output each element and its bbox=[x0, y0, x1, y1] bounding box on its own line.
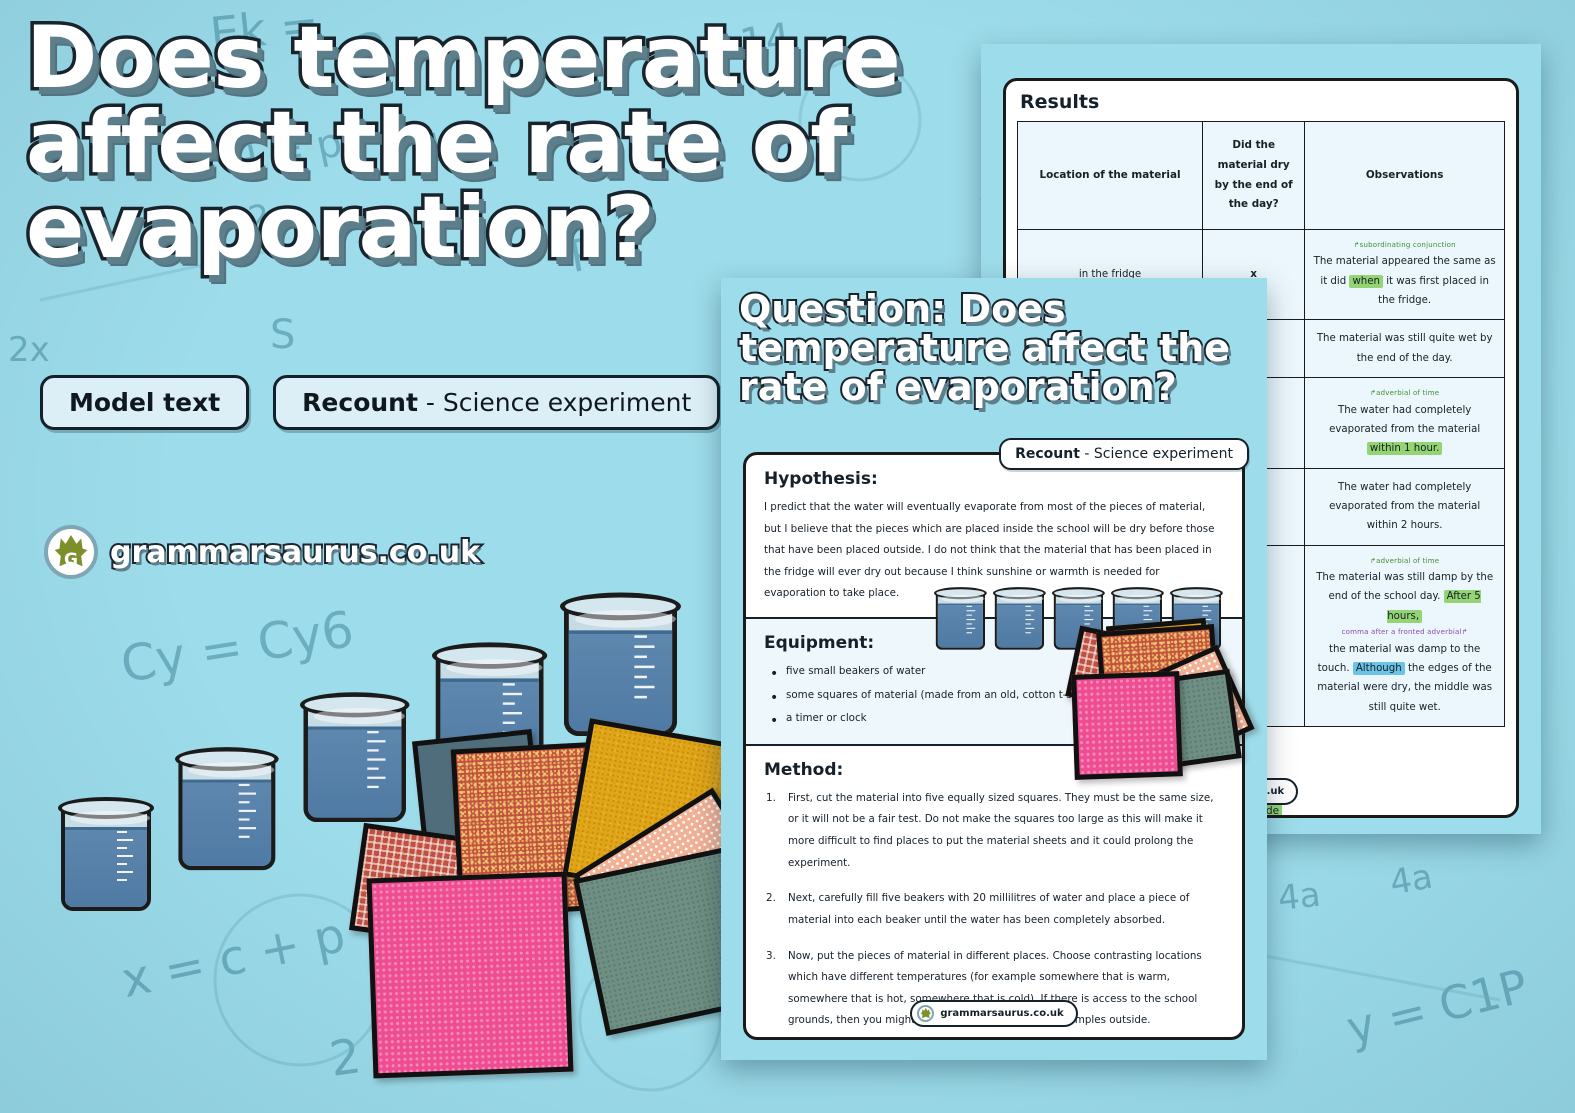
beaker-1 bbox=[58, 795, 154, 915]
method-block: Method: First, cut the material into fiv… bbox=[746, 746, 1242, 1037]
equipment-item: a timer or clock bbox=[764, 707, 1224, 736]
badge-recount-sub: - Science experiment bbox=[417, 388, 692, 417]
cell-observations: The water had completely evaporated from… bbox=[1304, 467, 1505, 546]
beaker-3 bbox=[300, 690, 410, 827]
col-header-location: Location of the material bbox=[1016, 120, 1204, 231]
brand-letter: G bbox=[64, 550, 78, 570]
title-line-1: Does temperature bbox=[23, 8, 905, 108]
front-beaker-5 bbox=[1170, 586, 1223, 652]
brand-text: grammarsaurus.co.uk bbox=[108, 533, 482, 572]
front-title-line-3: rate of evaporation? bbox=[737, 364, 1179, 409]
recount-tag-label: Recount bbox=[1015, 446, 1080, 462]
front-title-line-1: Question: Does bbox=[737, 287, 1068, 331]
method-step: First, cut the material into five equall… bbox=[764, 788, 1224, 874]
equipment-list: five small beakers of watersome squares … bbox=[764, 660, 1224, 736]
results-heading: Results bbox=[1020, 91, 1100, 113]
doodle-formula: 4a bbox=[1386, 856, 1436, 904]
table-header-row: Location of the material Did the materia… bbox=[1016, 120, 1505, 231]
front-beaker-2 bbox=[993, 586, 1046, 652]
front-sheet-footer: grammarsaurus.co.uk bbox=[746, 1000, 1242, 1027]
badge-model-text-label: Model text bbox=[69, 388, 221, 417]
badge-row: Model text Recount - Science experiment bbox=[40, 375, 721, 430]
highlight-phrase: when bbox=[1349, 274, 1383, 288]
doodle-formula: Cy = Cy6 bbox=[116, 600, 358, 694]
equipment-item: five small beakers of water bbox=[764, 660, 1224, 689]
model-text-page: Hypothesis: I predict that the water wil… bbox=[743, 452, 1245, 1040]
front-footer-brand-pill[interactable]: grammarsaurus.co.uk bbox=[910, 1000, 1078, 1027]
brand-logo[interactable]: G grammarsaurus.co.uk bbox=[44, 525, 482, 579]
title-line-3: evaporation? bbox=[23, 178, 659, 279]
doodle-formula: x = c + p bbox=[116, 907, 351, 1009]
front-beaker-4 bbox=[1111, 586, 1164, 652]
recount-tag-sub: - Science experiment bbox=[1079, 446, 1233, 462]
grammarsaurus-icon: G bbox=[44, 525, 98, 579]
cell-observations: ↱adverbial of time The material was still… bbox=[1304, 544, 1505, 728]
front-title-line-2: temperature affect the bbox=[737, 325, 1232, 370]
front-footer-brand-text: grammarsaurus.co.uk bbox=[940, 1008, 1064, 1019]
method-heading: Method: bbox=[764, 759, 844, 780]
doodle-formula: 2 bbox=[326, 1028, 365, 1088]
beaker-2 bbox=[175, 745, 279, 875]
front-beaker-3 bbox=[1052, 586, 1105, 652]
front-sheet-title: Question: Does temperature affect the ra… bbox=[737, 287, 1259, 409]
grammar-annotation: comma after a fronted adverbial↱ bbox=[1341, 628, 1468, 637]
badge-model-text[interactable]: Model text bbox=[40, 375, 250, 430]
beaker-5 bbox=[560, 590, 681, 741]
grammar-annotation: ↱adverbial of time bbox=[1370, 556, 1440, 565]
cell-observations: ↱adverbial of time The water had complete… bbox=[1304, 377, 1505, 469]
front-beaker-1 bbox=[934, 586, 987, 652]
badge-recount-label: Recount bbox=[302, 388, 418, 417]
equipment-item: some squares of material (made from an o… bbox=[764, 684, 1224, 713]
poster-canvas: Ek = 2 14 H = pp Kr) 2m S P 2x Cy = Cy6 x = c + p2… bbox=[0, 0, 1575, 1113]
grammarsaurus-mini-icon-front bbox=[917, 1005, 935, 1022]
doodle-formula: S bbox=[270, 312, 296, 358]
fabric-square-pink bbox=[366, 871, 574, 1079]
highlight-phrase: After 5 hours, bbox=[1387, 590, 1481, 623]
cell-observations: ↱subordinating conjunction The material a… bbox=[1304, 229, 1505, 321]
title-line-2: affect the rate of bbox=[23, 93, 852, 194]
model-text-sheet[interactable]: Question: Does temperature affect the ra… bbox=[721, 278, 1267, 1060]
page-title: Does temperature affect the rate of evap… bbox=[23, 8, 936, 279]
method-step: Next, carefully fill five beakers with 2… bbox=[764, 888, 1224, 931]
doodle-formula: 2x bbox=[8, 330, 50, 370]
hypothesis-heading: Hypothesis: bbox=[764, 469, 878, 489]
highlight-phrase: within 1 hour. bbox=[1366, 442, 1443, 456]
badge-recount[interactable]: Recount - Science experiment bbox=[273, 375, 721, 430]
grammar-annotation: ↱subordinating conjunction bbox=[1353, 241, 1456, 250]
col-header-observations: Observations bbox=[1304, 120, 1505, 231]
doodle-formula: y = C1P bbox=[1341, 958, 1533, 1056]
cell-observations: The material was still quite wet by the … bbox=[1304, 319, 1505, 379]
col-header-dry: Did the material dry by the end of the d… bbox=[1202, 120, 1306, 231]
highlight-phrase: Although bbox=[1352, 661, 1405, 675]
grammar-annotation: ↱adverbial of time bbox=[1370, 389, 1440, 398]
recount-tag[interactable]: Recount - Science experiment bbox=[999, 438, 1249, 470]
method-step-text: Next, carefully fill five beakers with 2… bbox=[788, 892, 1190, 926]
method-step-text: First, cut the material into five equall… bbox=[788, 791, 1214, 869]
